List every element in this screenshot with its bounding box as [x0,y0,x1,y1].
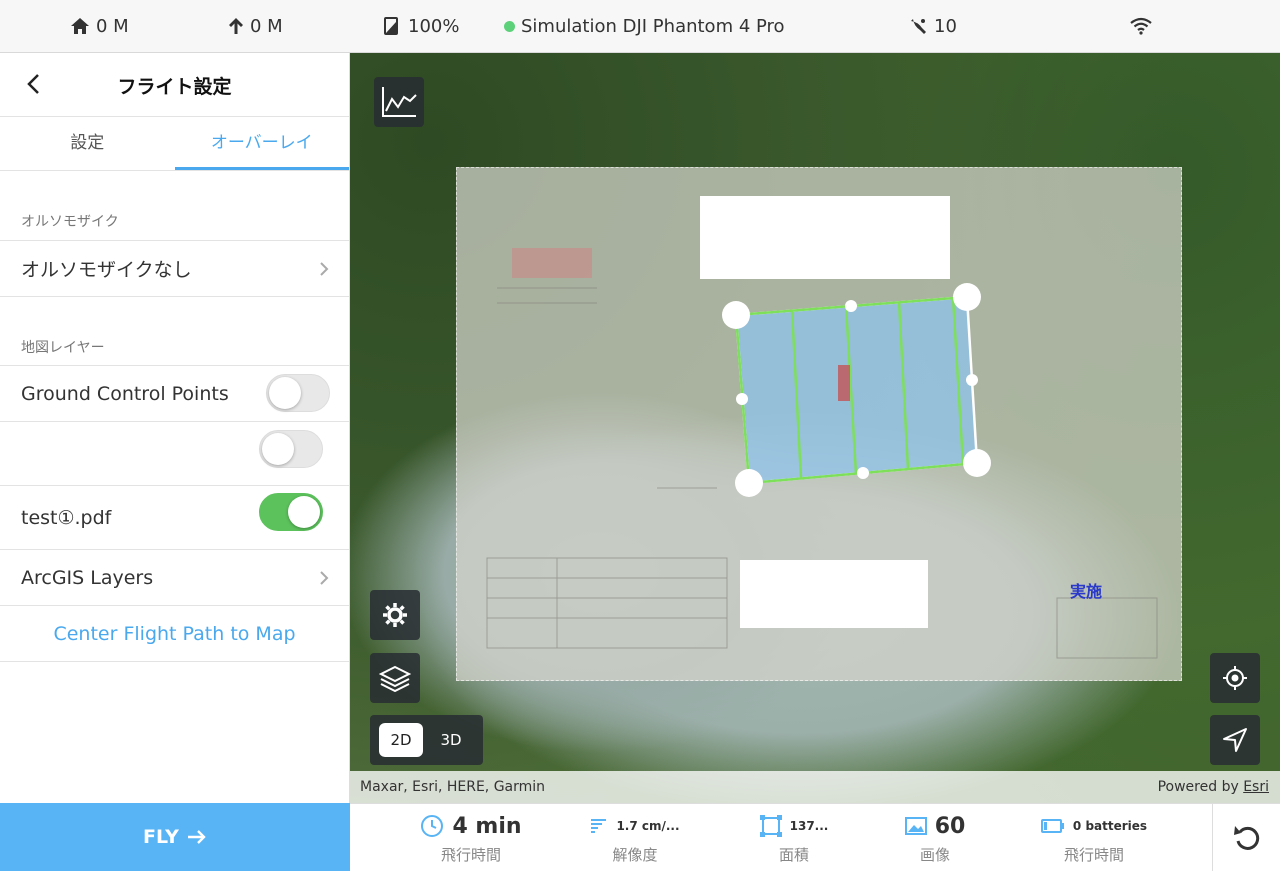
tab-overlay[interactable]: オーバーレイ [174,117,349,170]
stat-resolution: 1.7 cm/... 解像度 [590,812,680,865]
image-icon [904,817,927,835]
stat-flight-time: 4 min 飛行時間 [416,812,526,865]
toggle-knob [288,496,320,528]
area-value: 137... [789,819,829,833]
orthomosaic-section-label: オルソモザイク [0,171,349,241]
map-settings-button[interactable] [370,590,420,640]
reset-button[interactable] [1212,804,1280,871]
home-altitude-value: 0 M [96,15,129,37]
map-layers-section-label: 地図レイヤー [0,297,349,366]
battery-status: 100% [382,14,459,38]
panel-tabs: 設定 オーバーレイ [0,117,349,171]
map-attribution: Maxar, Esri, HERE, Garmin Powered by Esr… [350,771,1280,803]
attribution-sources: Maxar, Esri, HERE, Garmin [360,779,546,795]
view-mode-toggle: 2D 3D [370,715,483,765]
area-label: 面積 [778,846,809,864]
layer-row-gcp: Ground Control Points [0,366,349,422]
aircraft-name: Simulation DJI Phantom 4 Pro [521,15,785,37]
wifi-status [1129,14,1153,38]
chevron-right-icon [320,570,329,585]
center-flight-path-link[interactable]: Center Flight Path to Map [0,606,349,662]
flight-time-value: 4 min [452,813,522,839]
refresh-icon [1233,826,1259,850]
altitude: 0 M [228,14,283,38]
navigation-arrow-icon [1223,728,1247,752]
resolution-label: 解像度 [612,846,658,864]
panel-header: フライト設定 [0,53,349,117]
map-marker [838,365,850,401]
toggle-knob [262,433,294,465]
stat-images: 60 画像 [890,812,980,865]
unnamed-layer-toggle[interactable] [259,430,323,468]
battery-value: 100% [408,15,460,37]
attribution-powered: Powered by Esri [1158,779,1269,795]
wifi-icon [1130,17,1152,35]
chart-icon [382,87,417,117]
status-bar: 0 M 0 M 100% Simulation DJI Phantom 4 Pr… [0,0,1280,53]
mode-3d-button[interactable]: 3D [429,723,473,757]
panel-title: フライト設定 [117,76,232,98]
arrow-right-icon [187,830,206,844]
elevation-chart-button[interactable] [374,77,424,127]
orthomosaic-select[interactable]: オルソモザイクなし [0,241,349,297]
arcgis-layers-label: ArcGIS Layers [21,566,154,589]
flight-time-label: 飛行時間 [440,846,501,864]
flight-area [722,283,991,497]
flight-area-polygon[interactable] [734,295,979,485]
gear-icon [383,603,407,627]
locate-me-button[interactable] [1210,653,1260,703]
layers-icon [379,665,411,692]
battery-icon [384,17,398,35]
toggle-knob [269,377,301,409]
attribution-powered-label: Powered by [1157,779,1239,795]
resolution-value: 1.7 cm/... [616,819,680,833]
home-icon [71,18,89,34]
navigate-button[interactable] [1210,715,1260,765]
flight-settings-panel: フライト設定 設定 オーバーレイ オルソモザイク オルソモザイクなし 地図レイヤ… [0,53,350,803]
map-view[interactable]: 実施 2D 3D Maxar, Esri, HERE, Garmin Power… [350,53,1280,803]
crosshair-icon [1223,666,1247,690]
fly-button-label: FLY [143,826,179,848]
altitude-value: 0 M [250,15,283,37]
resolution-icon [591,819,607,833]
images-value: 60 [934,813,966,839]
fly-button[interactable]: FLY [0,803,350,871]
connection-dot [504,20,515,32]
arrow-up-icon [229,18,243,34]
layer-label-pdf: test①.pdf [21,506,112,529]
satellite-status: 10 [908,14,957,38]
stat-batteries: 0 batteries 飛行時間 [1038,812,1150,865]
arcgis-layers-row[interactable]: ArcGIS Layers [0,550,349,606]
layer-row-pdf: test①.pdf [0,486,349,550]
tab-settings[interactable]: 設定 [0,117,175,170]
batteries-label: 飛行時間 [1063,846,1124,864]
area-icon [759,815,782,837]
battery-outline-icon [1040,819,1064,833]
gcp-toggle[interactable] [266,374,330,412]
esri-link[interactable]: Esri [1243,779,1269,795]
home-altitude: 0 M [70,14,129,38]
layer-row-unnamed [0,422,349,486]
orthomosaic-value: オルソモザイクなし [21,259,192,281]
layer-label-gcp: Ground Control Points [21,382,229,405]
map-layers-button[interactable] [370,653,420,703]
satellite-icon [911,19,926,34]
clock-icon [421,815,444,837]
mode-2d-button[interactable]: 2D [379,723,423,757]
aircraft-status: Simulation DJI Phantom 4 Pro [504,14,785,38]
pdf-layer-toggle[interactable] [259,493,323,531]
batteries-value: 0 batteries [1072,819,1148,833]
images-label: 画像 [919,846,950,864]
satellite-count: 10 [934,15,957,37]
chevron-right-icon [320,261,329,276]
flight-stats-bar: 4 min 飛行時間 1.7 cm/... 解像度 137... 面積 60 画… [350,803,1280,871]
stat-area: 137... 面積 [748,812,840,865]
